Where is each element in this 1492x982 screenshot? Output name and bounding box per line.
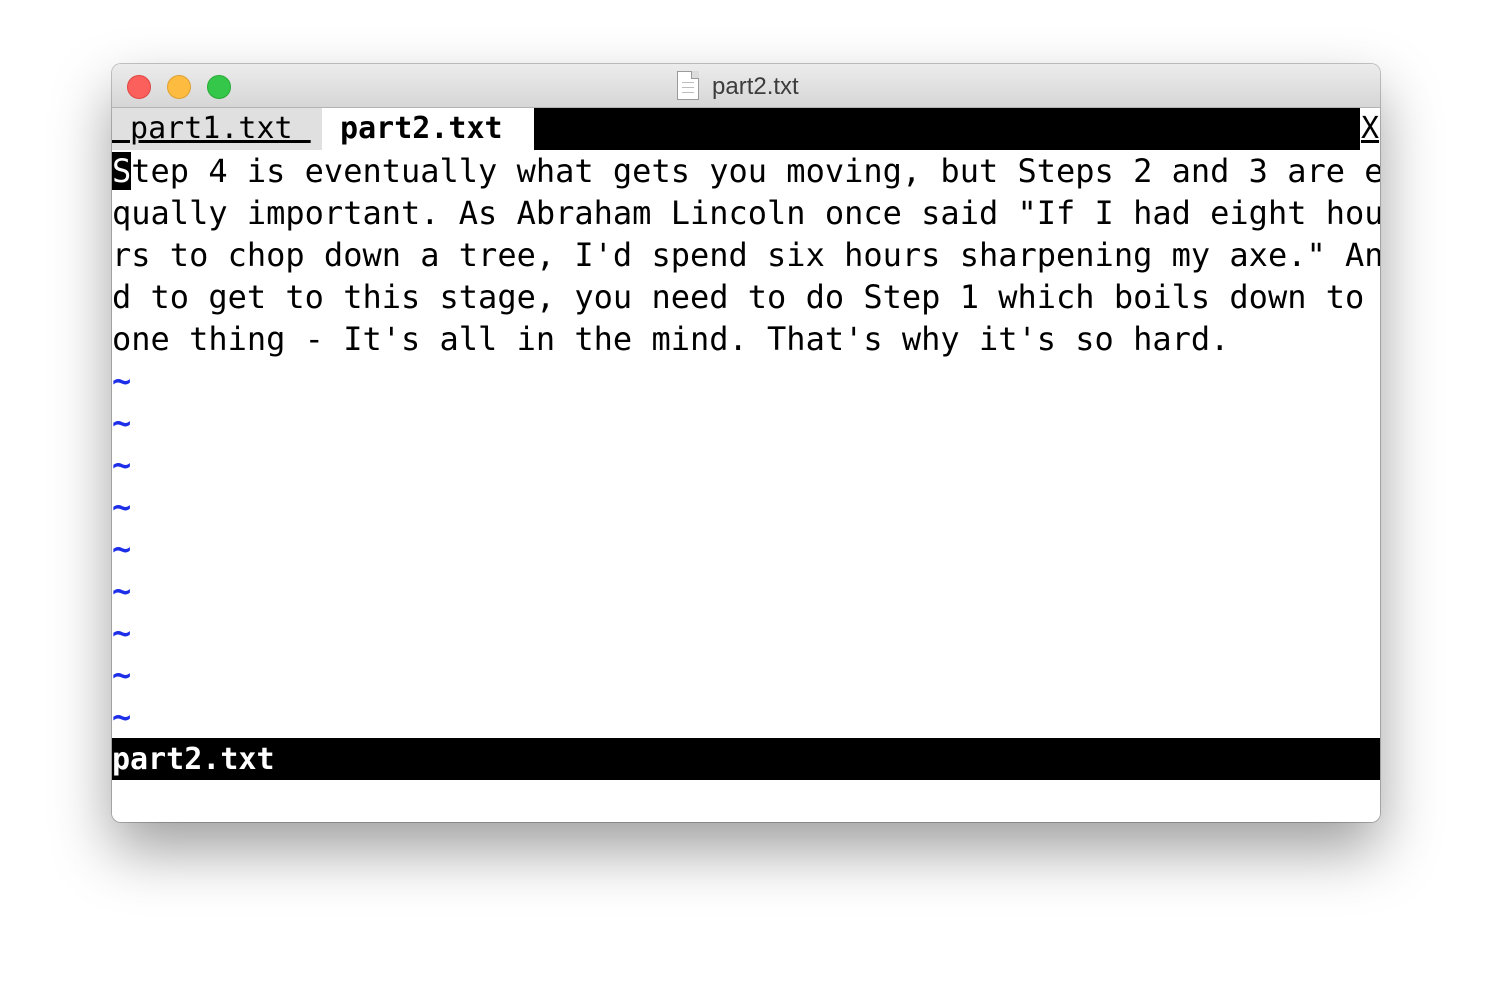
vim-window: part2.txt part1.txt part2.txt X Step 4 i… bbox=[112, 64, 1380, 822]
empty-line-tilde: ~ bbox=[112, 446, 132, 484]
close-tab-button[interactable]: X bbox=[1360, 108, 1380, 150]
cursor: S bbox=[112, 152, 132, 190]
document-icon bbox=[677, 71, 699, 100]
buffer-line: rs to chop down a tree, I'd spend six ho… bbox=[112, 236, 1380, 274]
window-title: part2.txt bbox=[712, 73, 799, 100]
buffer-line: qually important. As Abraham Lincoln onc… bbox=[112, 194, 1380, 232]
empty-line-tilde: ~ bbox=[112, 656, 132, 694]
buffer-line: d to get to this stage, you need to do S… bbox=[112, 278, 1380, 316]
empty-line-tilde: ~ bbox=[112, 488, 132, 526]
buffer-line-text: tep 4 is eventually what gets you moving… bbox=[131, 152, 1380, 190]
empty-line-tilde: ~ bbox=[112, 614, 132, 652]
tab-part2[interactable]: part2.txt bbox=[322, 108, 534, 150]
zoom-window-button[interactable] bbox=[207, 75, 231, 99]
tab-part1[interactable]: part1.txt bbox=[112, 108, 322, 150]
title-bar: part2.txt bbox=[112, 64, 1380, 108]
buffer-line: one thing - It's all in the mind. That's… bbox=[112, 320, 1230, 358]
empty-line-tilde: ~ bbox=[112, 404, 132, 442]
text-buffer[interactable]: Step 4 is eventually what gets you movin… bbox=[112, 150, 1380, 738]
command-line[interactable] bbox=[112, 780, 1380, 822]
tab-line: part1.txt part2.txt X bbox=[112, 108, 1380, 150]
empty-line-tilde: ~ bbox=[112, 530, 132, 568]
empty-line-tilde: ~ bbox=[112, 362, 132, 400]
empty-line-tilde: ~ bbox=[112, 572, 132, 610]
status-line: part2.txt bbox=[112, 738, 1380, 780]
buffer-line: Step 4 is eventually what gets you movin… bbox=[112, 150, 1380, 192]
minimize-window-button[interactable] bbox=[167, 75, 191, 99]
close-window-button[interactable] bbox=[127, 75, 151, 99]
empty-line-tilde: ~ bbox=[112, 698, 132, 736]
